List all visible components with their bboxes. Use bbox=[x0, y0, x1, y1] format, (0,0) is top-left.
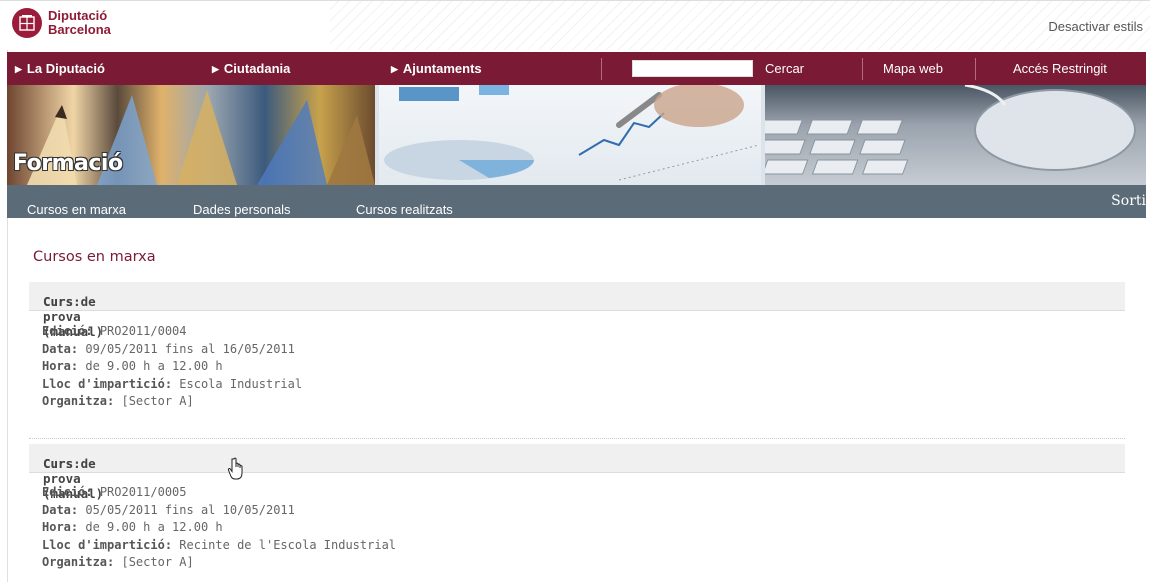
data-label: Data: bbox=[42, 341, 79, 356]
logo-line-2: Barcelona bbox=[48, 22, 111, 37]
course-details: Edició: PRO2011/0004 Data: 09/05/2011 fi… bbox=[42, 323, 302, 411]
organitza-label: Organitza: bbox=[42, 555, 115, 569]
data-value: 09/05/2011 fins al 16/05/2011 bbox=[85, 341, 295, 356]
hora-value: de 9.00 h a 12.00 h bbox=[85, 359, 223, 373]
nav-item-la-diputacio[interactable]: ▶ La Diputació bbox=[15, 61, 105, 76]
search-input[interactable] bbox=[632, 60, 753, 77]
hand-cursor-icon bbox=[226, 456, 246, 486]
organitza-label: Organitza: bbox=[42, 394, 115, 408]
subnav-item-dades-personals[interactable]: Dades personals bbox=[193, 202, 291, 217]
detail-row-data: Data: 09/05/2011 fins al 16/05/2011 bbox=[42, 341, 302, 359]
lloc-value: Escola Industrial bbox=[179, 376, 303, 391]
sortir-link[interactable]: Sorti bbox=[1111, 193, 1146, 209]
detail-row-lloc: Lloc d'impartició: Recinte de l'Escola I… bbox=[42, 537, 396, 555]
acces-restringit-link[interactable]: Accés Restringit bbox=[1013, 61, 1107, 76]
nav-label: Ciutadania bbox=[223, 61, 291, 76]
top-bar: Diputació Barcelona Desactivar estils bbox=[0, 0, 1150, 50]
detail-row-lloc: Lloc d'impartició: Escola Industrial bbox=[42, 376, 302, 394]
edicio-label: Edició: bbox=[42, 485, 93, 499]
detail-row-data: Data: 05/05/2011 fins al 10/05/2011 bbox=[42, 502, 396, 520]
detail-row-organitza: Organitza: [Sector A] bbox=[42, 554, 396, 572]
nav-item-ajuntaments[interactable]: ▶ Ajuntaments bbox=[391, 61, 482, 76]
nav-label: Ajuntaments bbox=[402, 61, 482, 76]
banner: Formació bbox=[7, 85, 1146, 185]
logo-text: Diputació Barcelona bbox=[48, 9, 111, 37]
sub-nav: Cursos en marxa Dades personals Cursos r… bbox=[7, 185, 1146, 218]
hora-label: Hora: bbox=[42, 520, 79, 534]
nav-separator bbox=[601, 58, 602, 80]
page-title: Cursos en marxa bbox=[33, 249, 156, 265]
detail-row-organitza: Organitza: [Sector A] bbox=[42, 393, 302, 411]
nav-item-ciutadania[interactable]: ▶ Ciutadania bbox=[212, 61, 290, 76]
course-divider bbox=[29, 438, 1125, 440]
banner-image-charts bbox=[379, 85, 761, 185]
subnav-item-cursos-realitzats[interactable]: Cursos realitzats bbox=[356, 202, 453, 217]
edicio-value: PRO2011/0005 bbox=[99, 485, 187, 499]
detail-row-edicio: Edició: PRO2011/0005 bbox=[42, 484, 396, 502]
caret-right-icon: ▶ bbox=[391, 64, 398, 74]
edicio-value: PRO2011/0004 bbox=[99, 324, 187, 338]
lloc-label: Lloc d'impartició: bbox=[42, 376, 173, 391]
detail-row-hora: Hora: de 9.00 h a 12.00 h bbox=[42, 519, 396, 537]
diputacio-logo[interactable]: Diputació Barcelona bbox=[12, 8, 111, 38]
course-header[interactable]: Curs: Curs de prova (manual) bbox=[29, 444, 1125, 501]
search-button[interactable]: Cercar bbox=[765, 61, 804, 76]
subnav-item-cursos-en-marxa[interactable]: Cursos en marxa bbox=[27, 202, 126, 217]
caret-right-icon: ▶ bbox=[15, 64, 22, 74]
organitza-value: [Sector A] bbox=[121, 555, 194, 569]
nav-separator bbox=[975, 58, 976, 80]
banner-image-keyboard bbox=[765, 85, 1146, 185]
course-details: Edició: PRO2011/0005 Data: 05/05/2011 fi… bbox=[42, 484, 396, 572]
coat-of-arms-icon bbox=[12, 8, 42, 38]
nav-label: La Diputació bbox=[26, 61, 105, 76]
desactivar-estils-link[interactable]: Desactivar estils bbox=[1048, 19, 1143, 34]
main-nav: ▶ La Diputació ▶ Ciutadania ▶ Ajuntaments C… bbox=[7, 52, 1146, 85]
course-header[interactable]: Curs: Curs de prova (manual) bbox=[29, 282, 1125, 339]
lloc-label: Lloc d'impartició: bbox=[42, 537, 173, 552]
data-value: 05/05/2011 fins al 10/05/2011 bbox=[85, 502, 295, 517]
hora-value: de 9.00 h a 12.00 h bbox=[85, 520, 223, 534]
logo-line-1: Diputació bbox=[48, 8, 108, 23]
data-label: Data: bbox=[42, 502, 79, 517]
mapa-web-link[interactable]: Mapa web bbox=[883, 61, 943, 76]
detail-row-hora: Hora: de 9.00 h a 12.00 h bbox=[42, 358, 302, 376]
lloc-value: Recinte de l'Escola Industrial bbox=[179, 537, 397, 552]
banner-title: Formació bbox=[13, 151, 123, 176]
edicio-label: Edició: bbox=[42, 324, 93, 338]
organitza-value: [Sector A] bbox=[121, 394, 194, 408]
hora-label: Hora: bbox=[42, 359, 79, 373]
caret-right-icon: ▶ bbox=[212, 64, 219, 74]
nav-separator bbox=[862, 58, 863, 80]
detail-row-edicio: Edició: PRO2011/0004 bbox=[42, 323, 302, 341]
